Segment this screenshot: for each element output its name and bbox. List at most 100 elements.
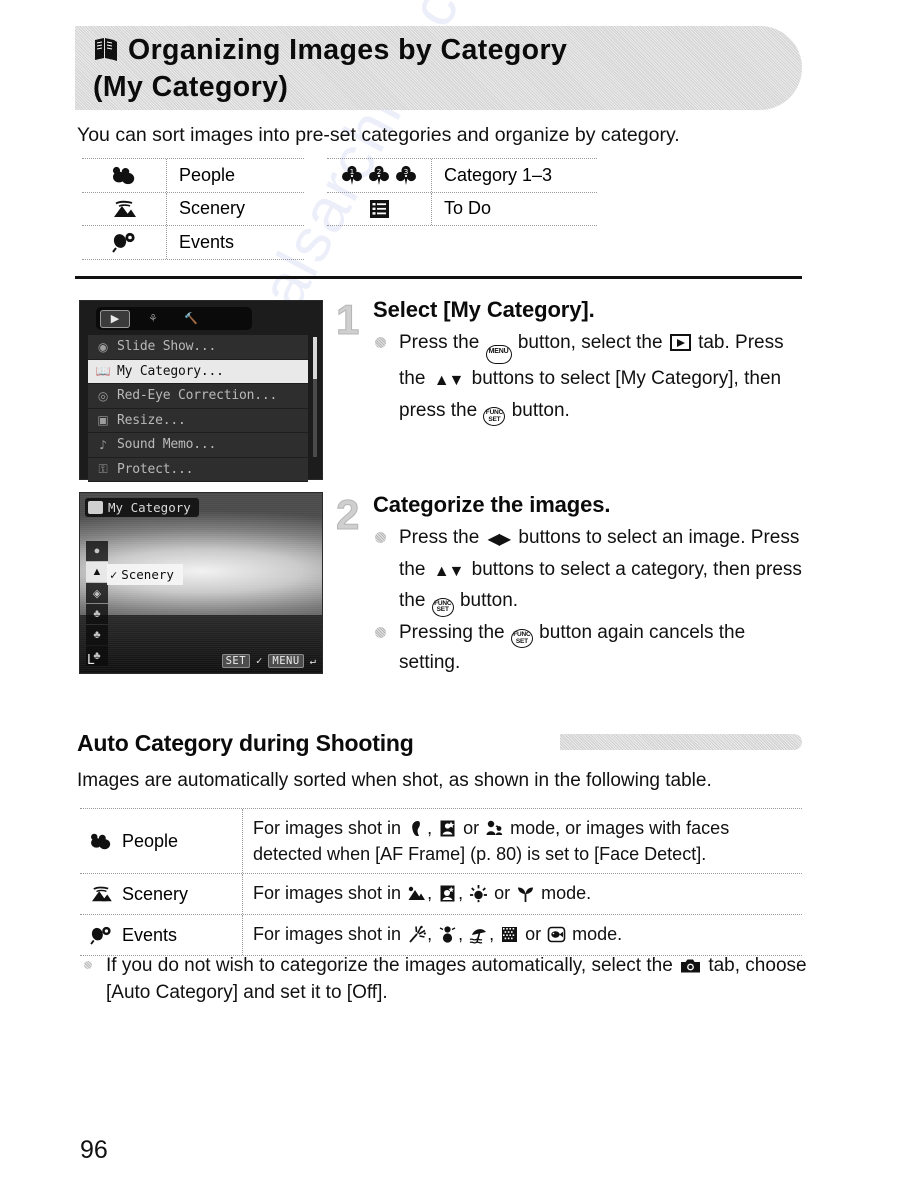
sound-memo-icon: ♪ [99, 437, 107, 452]
svg-text:3: 3 [404, 167, 409, 176]
strip-item-events[interactable]: ◈ [86, 583, 108, 603]
selected-category-chip[interactable]: ✓ Scenery [107, 564, 183, 585]
step-1-bullet-1-p5: button. [506, 399, 570, 421]
people-icon [82, 165, 166, 185]
auto-category-table: People For images shot in , or mode, or … [80, 808, 802, 956]
desc-text: or [458, 818, 485, 838]
step-1-bullet-1-p2: button, select the [512, 332, 668, 353]
up-down-buttons-icon: ▲▼ [433, 562, 465, 580]
desc-text: , [489, 924, 500, 944]
menu-button-icon: MENU [485, 345, 512, 364]
resize-icon: ▣ [97, 413, 109, 428]
lcd-scrollbar[interactable] [313, 337, 317, 457]
bullet-dot-icon [375, 626, 386, 638]
protect-icon: ⚿ [98, 461, 108, 476]
up-down-buttons-icon: ▲▼ [433, 372, 465, 389]
book-album-icon [93, 37, 119, 62]
section-divider [75, 276, 802, 279]
settings-tab[interactable]: 🔨 [176, 310, 206, 328]
night-snapshot-mode-icon [438, 819, 457, 838]
lcd-bottom-controls: SET ✓ MENU ↵ [221, 654, 316, 668]
scenery-icon [82, 199, 166, 219]
bullet-dot-icon [375, 532, 386, 543]
red-eye-icon: ◎ [97, 388, 109, 403]
step-1-number: 1 [335, 296, 360, 343]
intro-text: You can sort images into pre-set categor… [77, 124, 680, 146]
bullet-dot-icon [84, 961, 92, 969]
desc-text: mode. [567, 924, 623, 944]
table-row: People For images shot in , or mode, or … [80, 809, 802, 874]
row-desc-events: For images shot in , , , or mode. [242, 915, 802, 955]
set-key[interactable]: SET [221, 654, 251, 668]
bullet-dot-icon [375, 337, 386, 348]
strip-item-people[interactable]: ● [86, 541, 108, 561]
menu-item-label: My Category... [117, 363, 224, 379]
step-2-number: 2 [335, 491, 360, 538]
snow-mode-icon [438, 925, 457, 944]
legend-row-to-do: To Do [327, 192, 597, 226]
legend-label-scenery: Scenery [166, 192, 304, 225]
kids-and-pets-mode-icon [485, 819, 504, 838]
step-2-body: Press the ◀▶ buttons to select an image.… [373, 523, 806, 678]
legend-row-category-1-3: 1 2 3 Category 1–3 [327, 158, 597, 193]
playback-tab[interactable]: ▶ [100, 309, 130, 328]
menu-item-red-eye-correction[interactable]: ◎ Red-Eye Correction... [88, 384, 308, 409]
menu-item-sound-memo[interactable]: ♪ Sound Memo... [88, 433, 308, 458]
desc-text: mode. [536, 883, 592, 903]
legend-row-scenery: Scenery [82, 192, 304, 226]
fireworks-mode-icon [407, 925, 426, 944]
aquarium-mode-icon [547, 925, 566, 944]
menu-item-slide-show[interactable]: ◉ Slide Show... [88, 335, 308, 360]
legend-label-people: People [166, 159, 304, 192]
step-2-bullet-1-p4: button. [454, 590, 519, 611]
scenery-icon [80, 874, 122, 914]
svg-text:2: 2 [377, 167, 382, 176]
menu-item-label: Red-Eye Correction... [117, 388, 278, 404]
step-2-bullet-2: Pressing the FUNC SET button again cancel… [373, 618, 806, 678]
step-2: 2 Categorize the images. Press the ◀▶ bu… [335, 491, 806, 679]
row-name-events: Events [122, 924, 178, 945]
strip-item-category-1[interactable]: ♣ [86, 604, 108, 624]
legend-row-events: Events [82, 226, 304, 260]
step-1-bullet-1-p1: Press the [399, 332, 485, 353]
auto-category-section-title: Auto Category during Shooting [77, 730, 414, 756]
playback-tab-icon [669, 334, 691, 351]
club-1-2-3-icon: 1 2 3 [327, 165, 431, 186]
row-desc-scenery: For images shot in , , or mode. [242, 874, 802, 914]
indoor-mode-icon [500, 925, 519, 944]
header-title-1: Organizing Images by Category [128, 34, 568, 66]
desc-text: , [427, 883, 438, 903]
menu-item-my-category[interactable]: 📖 My Category... [88, 359, 308, 384]
strip-item-scenery[interactable]: ▲ [86, 562, 108, 582]
desc-text: For images shot in [253, 924, 407, 944]
legend-label-category-1-3: Category 1–3 [431, 159, 597, 192]
check-mark: ✓ [256, 655, 263, 667]
legend-column-right: 1 2 3 Category 1–3 To Do [327, 158, 597, 226]
lcd-tab-bar: ▶ ⚘ 🔨 [96, 307, 252, 330]
menu-item-resize[interactable]: ▣ Resize... [88, 408, 308, 433]
lcd-screen-title: My Category [85, 498, 199, 517]
print-tab[interactable]: ⚘ [138, 310, 168, 328]
svg-text:1: 1 [350, 167, 355, 176]
desc-text: or [520, 924, 547, 944]
legend-label-to-do: To Do [431, 192, 597, 225]
playback-menu-screenshot: ▶ ⚘ 🔨 ◉ Slide Show... 📖 My Category... ◎… [79, 300, 323, 482]
step-2-bullet-2-p1: Pressing the [399, 621, 510, 643]
header-line-1: Organizing Images by Category [93, 32, 792, 69]
step-2-bullet-1-p1: Press the [399, 527, 485, 548]
camera-tab-icon [680, 955, 701, 973]
desc-text: For images shot in [253, 818, 407, 838]
row-desc-people: For images shot in , or mode, or images … [242, 809, 802, 873]
strip-item-category-2[interactable]: ♣ [86, 625, 108, 645]
legend-column-left: People Scenery Events [82, 158, 304, 260]
footnote: If you do not wish to categorize the ima… [80, 952, 826, 1006]
menu-item-protect[interactable]: ⚿ Protect... [88, 457, 308, 482]
step-1: 1 Select [My Category]. Press the MENU b… [335, 296, 806, 427]
lcd-title-label: My Category [108, 500, 191, 515]
menu-key[interactable]: MENU [268, 654, 304, 668]
desc-text: For images shot in [253, 883, 407, 903]
step-2-heading: Categorize the images. [373, 492, 611, 517]
step-2-bullet-1: Press the ◀▶ buttons to select an image.… [373, 523, 806, 617]
page-header-banner: Organizing Images by Category (My Catego… [75, 26, 802, 110]
auto-category-intro: Images are automatically sorted when sho… [77, 770, 712, 791]
